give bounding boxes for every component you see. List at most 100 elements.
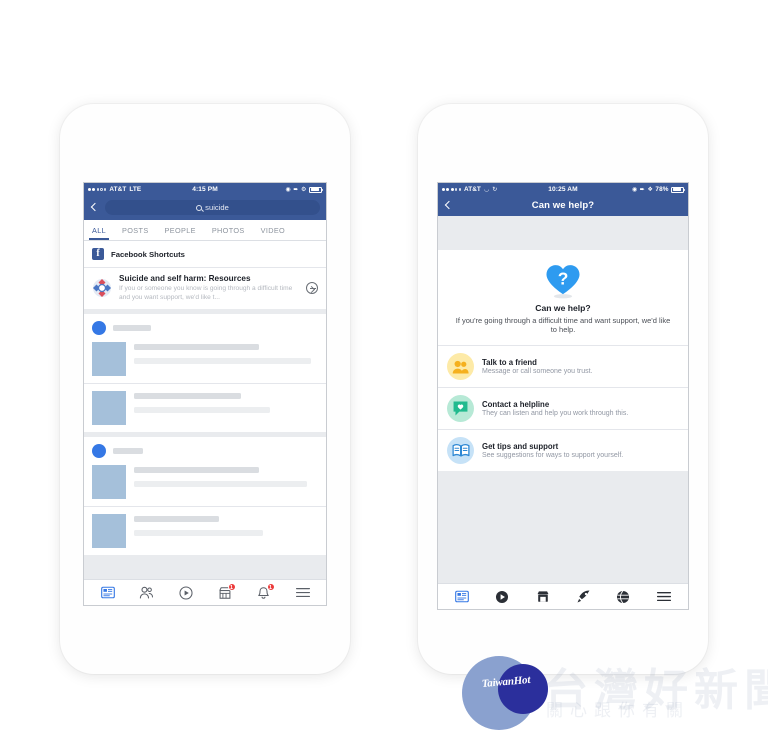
skeleton-card bbox=[84, 437, 326, 507]
search-result-tabs: ALL POSTS PEOPLE PHOTOS VIDEO bbox=[84, 220, 326, 241]
battery-icon bbox=[309, 186, 324, 193]
globe-icon[interactable] bbox=[614, 588, 632, 606]
rocket-icon[interactable] bbox=[574, 588, 592, 606]
top-gray-spacer bbox=[438, 216, 688, 250]
option-subtitle: Message or call someone you trust. bbox=[482, 368, 593, 376]
menu-hamburger-icon[interactable] bbox=[655, 588, 673, 606]
option-title: Talk to a friend bbox=[482, 357, 537, 367]
hero-subtitle: If you're going through a difficult time… bbox=[455, 315, 671, 335]
left-nav-bar: suicide bbox=[84, 196, 326, 220]
wifi-icon: ◡ bbox=[483, 186, 490, 193]
left-status-bar: AT&T LTE 4:15 PM ◉ ➨ ⚙ bbox=[84, 183, 326, 196]
video-icon[interactable] bbox=[177, 584, 195, 602]
carrier-label: AT&T bbox=[463, 186, 481, 193]
skeleton-card bbox=[84, 383, 326, 433]
skeleton-thumbnail bbox=[92, 514, 126, 549]
facebook-shortcuts-row[interactable]: f Facebook Shortcuts bbox=[84, 241, 326, 268]
signal-strength-icon bbox=[442, 188, 461, 191]
heart-question-icon: ? bbox=[543, 262, 583, 300]
search-icon bbox=[196, 204, 203, 211]
status-right-group: ◉ ➨ ❖ 78% bbox=[578, 186, 686, 193]
skeleton-line bbox=[134, 344, 260, 351]
friends-icon[interactable] bbox=[138, 584, 156, 602]
skeleton-thumbnail bbox=[92, 391, 126, 426]
news-feed-icon[interactable] bbox=[453, 588, 471, 606]
skeleton-line bbox=[134, 481, 307, 488]
tab-video[interactable]: VIDEO bbox=[253, 220, 293, 240]
skeleton-header bbox=[92, 321, 318, 336]
skeleton-line bbox=[134, 407, 271, 414]
skeleton-line bbox=[134, 530, 263, 537]
marketplace-icon[interactable] bbox=[534, 588, 552, 606]
video-icon[interactable] bbox=[493, 588, 511, 606]
svg-text:?: ? bbox=[558, 268, 569, 288]
battery-icon bbox=[671, 186, 686, 193]
search-input-value: suicide bbox=[205, 203, 229, 212]
hero-section: ? Can we help? If you're going through a… bbox=[438, 250, 688, 345]
option-text-block: Contact a helpline They can listen and h… bbox=[482, 400, 679, 418]
skeleton-media-row bbox=[92, 391, 318, 426]
chevron-left-icon[interactable] bbox=[444, 201, 453, 210]
skeleton-card bbox=[84, 506, 326, 556]
tab-posts[interactable]: POSTS bbox=[114, 220, 156, 240]
phone-mockup-right: AT&T ◡ ↻ 10:25 AM ◉ ➨ ❖ 78% Can we help? bbox=[418, 104, 708, 674]
lifebuoy-icon bbox=[92, 278, 112, 298]
skeleton-lines bbox=[134, 465, 318, 488]
page-title: Can we help? bbox=[531, 200, 595, 211]
tab-all[interactable]: ALL bbox=[84, 220, 114, 240]
suicide-resources-row[interactable]: Suicide and self harm: Resources If you … bbox=[84, 268, 326, 310]
skeleton-thumbnail bbox=[92, 342, 126, 377]
skeleton-media-row bbox=[92, 465, 318, 500]
option-title: Contact a helpline bbox=[482, 399, 550, 409]
left-bottom-tab-bar: 1 1 bbox=[84, 579, 326, 605]
carrier-label: AT&T bbox=[109, 186, 127, 193]
resource-text-block: Suicide and self harm: Resources If you … bbox=[119, 274, 299, 302]
right-phone-screen: AT&T ◡ ↻ 10:25 AM ◉ ➨ ❖ 78% Can we help? bbox=[437, 182, 689, 610]
clock-label: 10:25 AM bbox=[548, 186, 578, 193]
option-talk-to-a-friend[interactable]: Talk to a friend Message or call someone… bbox=[438, 345, 688, 387]
menu-hamburger-icon[interactable] bbox=[294, 584, 312, 602]
battery-percent-label: 78% bbox=[655, 186, 669, 193]
marketplace-icon[interactable]: 1 bbox=[216, 582, 236, 602]
arrow-right-circle-icon[interactable] bbox=[306, 282, 318, 295]
clock-label: 4:15 PM bbox=[192, 186, 218, 193]
right-nav-bar: Can we help? bbox=[438, 196, 688, 216]
search-results-section: f Facebook Shortcuts Suicide and self ha… bbox=[84, 241, 326, 310]
option-text-block: Talk to a friend Message or call someone… bbox=[482, 358, 679, 376]
tab-photos[interactable]: PHOTOS bbox=[204, 220, 253, 240]
tab-people[interactable]: PEOPLE bbox=[157, 220, 204, 240]
sync-icon: ↻ bbox=[492, 186, 498, 193]
chevron-left-icon[interactable] bbox=[90, 203, 99, 212]
facebook-icon: f bbox=[92, 248, 104, 260]
location-arrow-icon: ➨ bbox=[293, 186, 299, 193]
resource-subtitle: If you or someone you know is going thro… bbox=[119, 285, 293, 301]
search-input[interactable]: suicide bbox=[105, 200, 320, 215]
news-feed-icon[interactable] bbox=[99, 584, 117, 602]
network-type-label: LTE bbox=[129, 186, 142, 193]
option-subtitle: They can listen and help you work throug… bbox=[482, 410, 629, 418]
left-phone-screen: AT&T LTE 4:15 PM ◉ ➨ ⚙ suicide ALL POSTS… bbox=[83, 182, 327, 606]
signal-strength-icon bbox=[88, 188, 107, 191]
notifications-badge: 1 bbox=[266, 582, 275, 591]
skeleton-line bbox=[134, 467, 260, 474]
hero-title: Can we help? bbox=[535, 303, 591, 313]
option-get-tips-and-support[interactable]: Get tips and support See suggestions for… bbox=[438, 429, 688, 471]
notifications-bell-icon[interactable]: 1 bbox=[255, 582, 275, 602]
watermark-logo-text: TaiwanHot bbox=[481, 673, 531, 691]
skeleton-line bbox=[134, 358, 311, 365]
tab-video-label: VIDEO bbox=[260, 225, 286, 235]
skeleton-line bbox=[134, 516, 219, 523]
bluetooth-icon: ❖ bbox=[647, 186, 653, 193]
skeleton-name-bar bbox=[113, 325, 151, 332]
facebook-shortcuts-label: Facebook Shortcuts bbox=[111, 249, 185, 259]
rotation-lock-icon: ⚙ bbox=[301, 186, 307, 193]
option-contact-a-helpline[interactable]: Contact a helpline They can listen and h… bbox=[438, 387, 688, 429]
screenshot-canvas: AT&T LTE 4:15 PM ◉ ➨ ⚙ suicide ALL POSTS… bbox=[0, 0, 768, 740]
watermark-tagline: 關心跟你有關 bbox=[546, 701, 690, 721]
status-right-group: ◉ ➨ ⚙ bbox=[218, 186, 324, 193]
tab-people-label: PEOPLE bbox=[164, 225, 196, 235]
avatar bbox=[92, 321, 106, 336]
chat-heart-icon bbox=[447, 395, 474, 422]
alarm-icon: ◉ bbox=[631, 186, 638, 193]
avatar bbox=[92, 444, 106, 459]
